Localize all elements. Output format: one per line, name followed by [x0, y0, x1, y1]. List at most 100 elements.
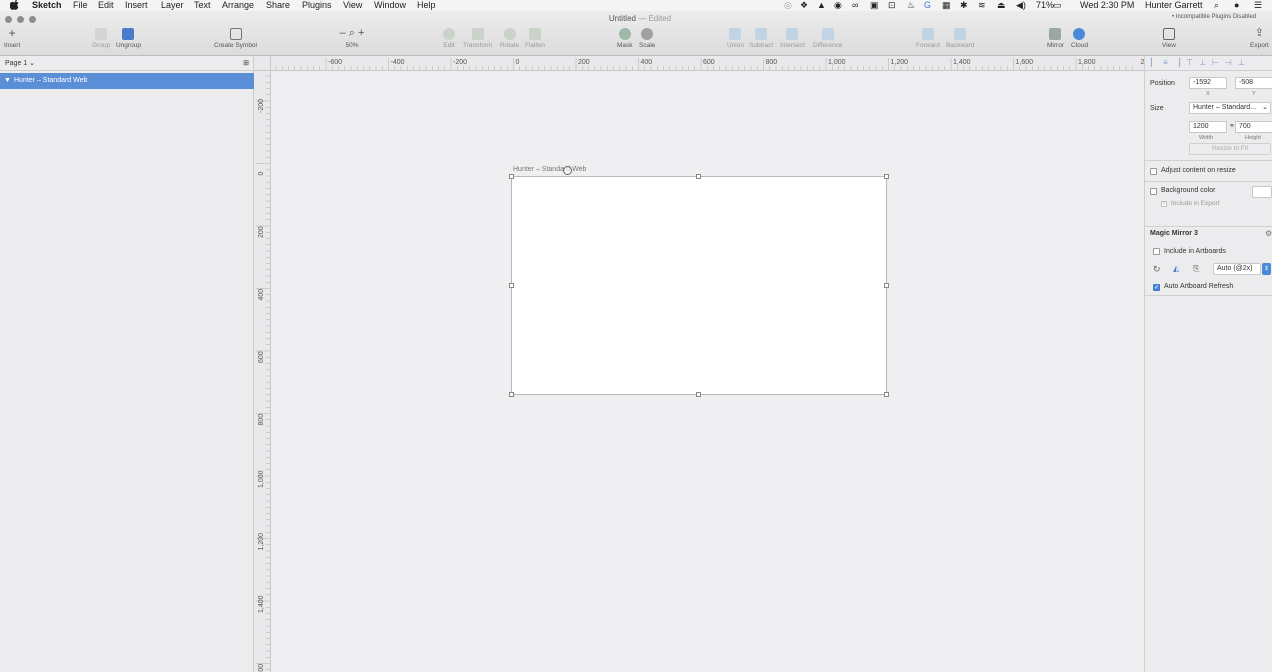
disclosure-triangle-icon[interactable]: ▼ [4, 73, 11, 89]
menu-share[interactable]: Share [266, 0, 290, 11]
screen-icon[interactable]: ▣ [870, 0, 879, 11]
export-button[interactable]: ⇪ Export [1250, 28, 1269, 50]
wifi-icon[interactable]: ≋ [978, 0, 986, 11]
resize-handle-bottom-left[interactable] [509, 392, 514, 397]
scale-select[interactable]: Auto (@2x) [1213, 263, 1261, 275]
resize-handle-left[interactable] [509, 283, 514, 288]
add-page-icon[interactable]: ⊞ [243, 56, 249, 71]
resize-handle-top-left[interactable] [509, 174, 514, 179]
mask-button[interactable]: Mask [617, 28, 633, 49]
lock-ratio-icon[interactable]: ⚭ [1229, 122, 1235, 130]
mirror-triangle-icon[interactable]: ◭ [1173, 264, 1179, 273]
flame-icon[interactable]: ♨ [907, 0, 915, 11]
copy-icon[interactable]: ⎘ [1193, 264, 1199, 274]
canvas[interactable]: Hunter – Standard Web [271, 71, 1144, 672]
status-icon-1[interactable]: ◎ [784, 0, 792, 11]
edit-button[interactable]: Edit [443, 28, 455, 49]
union-button[interactable]: Union [727, 28, 744, 49]
drive-icon[interactable]: ▲ [817, 0, 826, 11]
zoom-level[interactable]: 50% [332, 42, 372, 49]
plugins-notice[interactable]: • Incompatible Plugins Disabled [1172, 14, 1256, 20]
menu-view[interactable]: View [343, 0, 362, 11]
background-color-checkbox[interactable] [1150, 188, 1157, 195]
resize-handle-bottom[interactable] [696, 392, 701, 397]
menu-layer[interactable]: Layer [161, 0, 184, 11]
horizontal-ruler[interactable]: -600 -400 -200 0 200 400 600 800 1,000 1,200 1,400… [271, 56, 1144, 71]
volume-icon[interactable]: ◀) [1016, 0, 1026, 11]
resize-handle-right[interactable] [884, 283, 889, 288]
group-button[interactable]: Group [92, 28, 110, 49]
zoom-in-button[interactable]: + [358, 27, 364, 39]
bluetooth-icon[interactable]: ✱ [960, 0, 968, 11]
page-selector[interactable]: Page 1 ⌄ ⊞ [0, 56, 254, 71]
include-in-export-checkbox[interactable]: ✓ [1161, 201, 1167, 207]
adjust-content-checkbox[interactable] [1150, 168, 1157, 175]
siri-icon[interactable]: ● [1234, 0, 1239, 11]
menu-window[interactable]: Window [374, 0, 406, 11]
menu-arrange[interactable]: Arrange [222, 0, 254, 11]
intersect-button[interactable]: Intersect [780, 28, 805, 49]
layer-item-artboard[interactable]: ▼ Hunter – Standard Web [0, 73, 254, 89]
forward-button[interactable]: Forward [916, 28, 940, 49]
artboard-title[interactable]: Hunter – Standard Web [513, 166, 586, 173]
notification-center-icon[interactable]: ☰ [1254, 0, 1262, 11]
refresh-icon[interactable]: ↻ [1153, 264, 1161, 275]
menu-insert[interactable]: Insert [125, 0, 148, 11]
zoom-out-button[interactable]: – [340, 27, 346, 39]
difference-button[interactable]: Difference [813, 28, 843, 49]
screenshot-icon[interactable]: ⊡ [888, 0, 896, 11]
auto-artboard-refresh-checkbox[interactable]: ✓ [1153, 284, 1160, 291]
minimize-window-button[interactable] [17, 16, 24, 23]
view-button[interactable]: View [1162, 28, 1176, 49]
app-menu[interactable]: Sketch [32, 0, 62, 11]
backward-button[interactable]: Backward [946, 28, 975, 49]
resize-handle-bottom-right[interactable] [884, 392, 889, 397]
menu-plugins[interactable]: Plugins [302, 0, 332, 11]
artboard[interactable] [511, 176, 887, 395]
transform-button[interactable]: Transform [463, 28, 492, 49]
size-preset-select[interactable]: Hunter – Standard... ⌄ [1189, 102, 1271, 114]
infinity-icon[interactable]: ∞ [852, 0, 858, 11]
ruler-label: 1,400 [953, 59, 971, 66]
ungroup-button[interactable]: Ungroup [116, 28, 141, 49]
status-icon-2[interactable]: ◉ [834, 0, 842, 11]
height-field[interactable]: 700 [1235, 121, 1272, 133]
menu-edit[interactable]: Edit [98, 0, 114, 11]
dropbox-icon[interactable]: ❖ [800, 0, 808, 11]
user-menu[interactable]: Hunter Garrett [1145, 0, 1203, 11]
background-color-swatch[interactable] [1252, 186, 1272, 198]
spotlight-search-icon[interactable]: ⌕ [1214, 0, 1219, 11]
clock[interactable]: Wed 2:30 PM [1080, 0, 1134, 11]
resize-handle-top-right[interactable] [884, 174, 889, 179]
scale-stepper-icon[interactable]: ⇕ [1262, 263, 1271, 275]
x-position-field[interactable]: -1592 [1189, 77, 1227, 89]
fullscreen-window-button[interactable] [29, 16, 36, 23]
grid-icon[interactable]: ▦ [942, 0, 951, 11]
vertical-ruler[interactable]: -200 0 200 400 600 800 1,000 1,200 1,400 600 [254, 71, 271, 672]
airplay-icon[interactable]: ⏏ [997, 0, 1006, 11]
gear-icon[interactable]: ⚙ [1265, 229, 1272, 238]
include-in-artboards-checkbox[interactable] [1153, 248, 1160, 255]
mirror-button[interactable]: Mirror [1047, 28, 1064, 49]
battery-icon[interactable]: ▭ [1053, 0, 1062, 11]
sync-icon[interactable]: G [924, 0, 931, 11]
create-symbol-button[interactable]: Create Symbol [214, 28, 257, 49]
y-position-field[interactable]: -508 [1235, 77, 1272, 89]
menu-help[interactable]: Help [417, 0, 436, 11]
cursor-icon [563, 166, 572, 175]
resize-to-fit-button[interactable]: Resize to Fit [1189, 143, 1271, 155]
resize-handle-top[interactable] [696, 174, 701, 179]
rotate-button[interactable]: Rotate [500, 28, 519, 49]
menu-text[interactable]: Text [194, 0, 211, 11]
battery-percent[interactable]: 71% [1036, 0, 1054, 11]
align-icons[interactable]: ▏≡▕⊤⊥⊢⊣⊥ [1151, 58, 1251, 67]
cloud-button[interactable]: Cloud [1071, 28, 1088, 49]
flatten-button[interactable]: Flatten [525, 28, 545, 49]
apple-menu-icon[interactable] [9, 0, 19, 11]
subtract-button[interactable]: Subtract [749, 28, 773, 49]
menu-file[interactable]: File [73, 0, 88, 11]
insert-button[interactable]: + Insert [4, 27, 20, 49]
close-window-button[interactable] [5, 16, 12, 23]
scale-button[interactable]: Scale [639, 28, 655, 49]
width-field[interactable]: 1200 [1189, 121, 1227, 133]
